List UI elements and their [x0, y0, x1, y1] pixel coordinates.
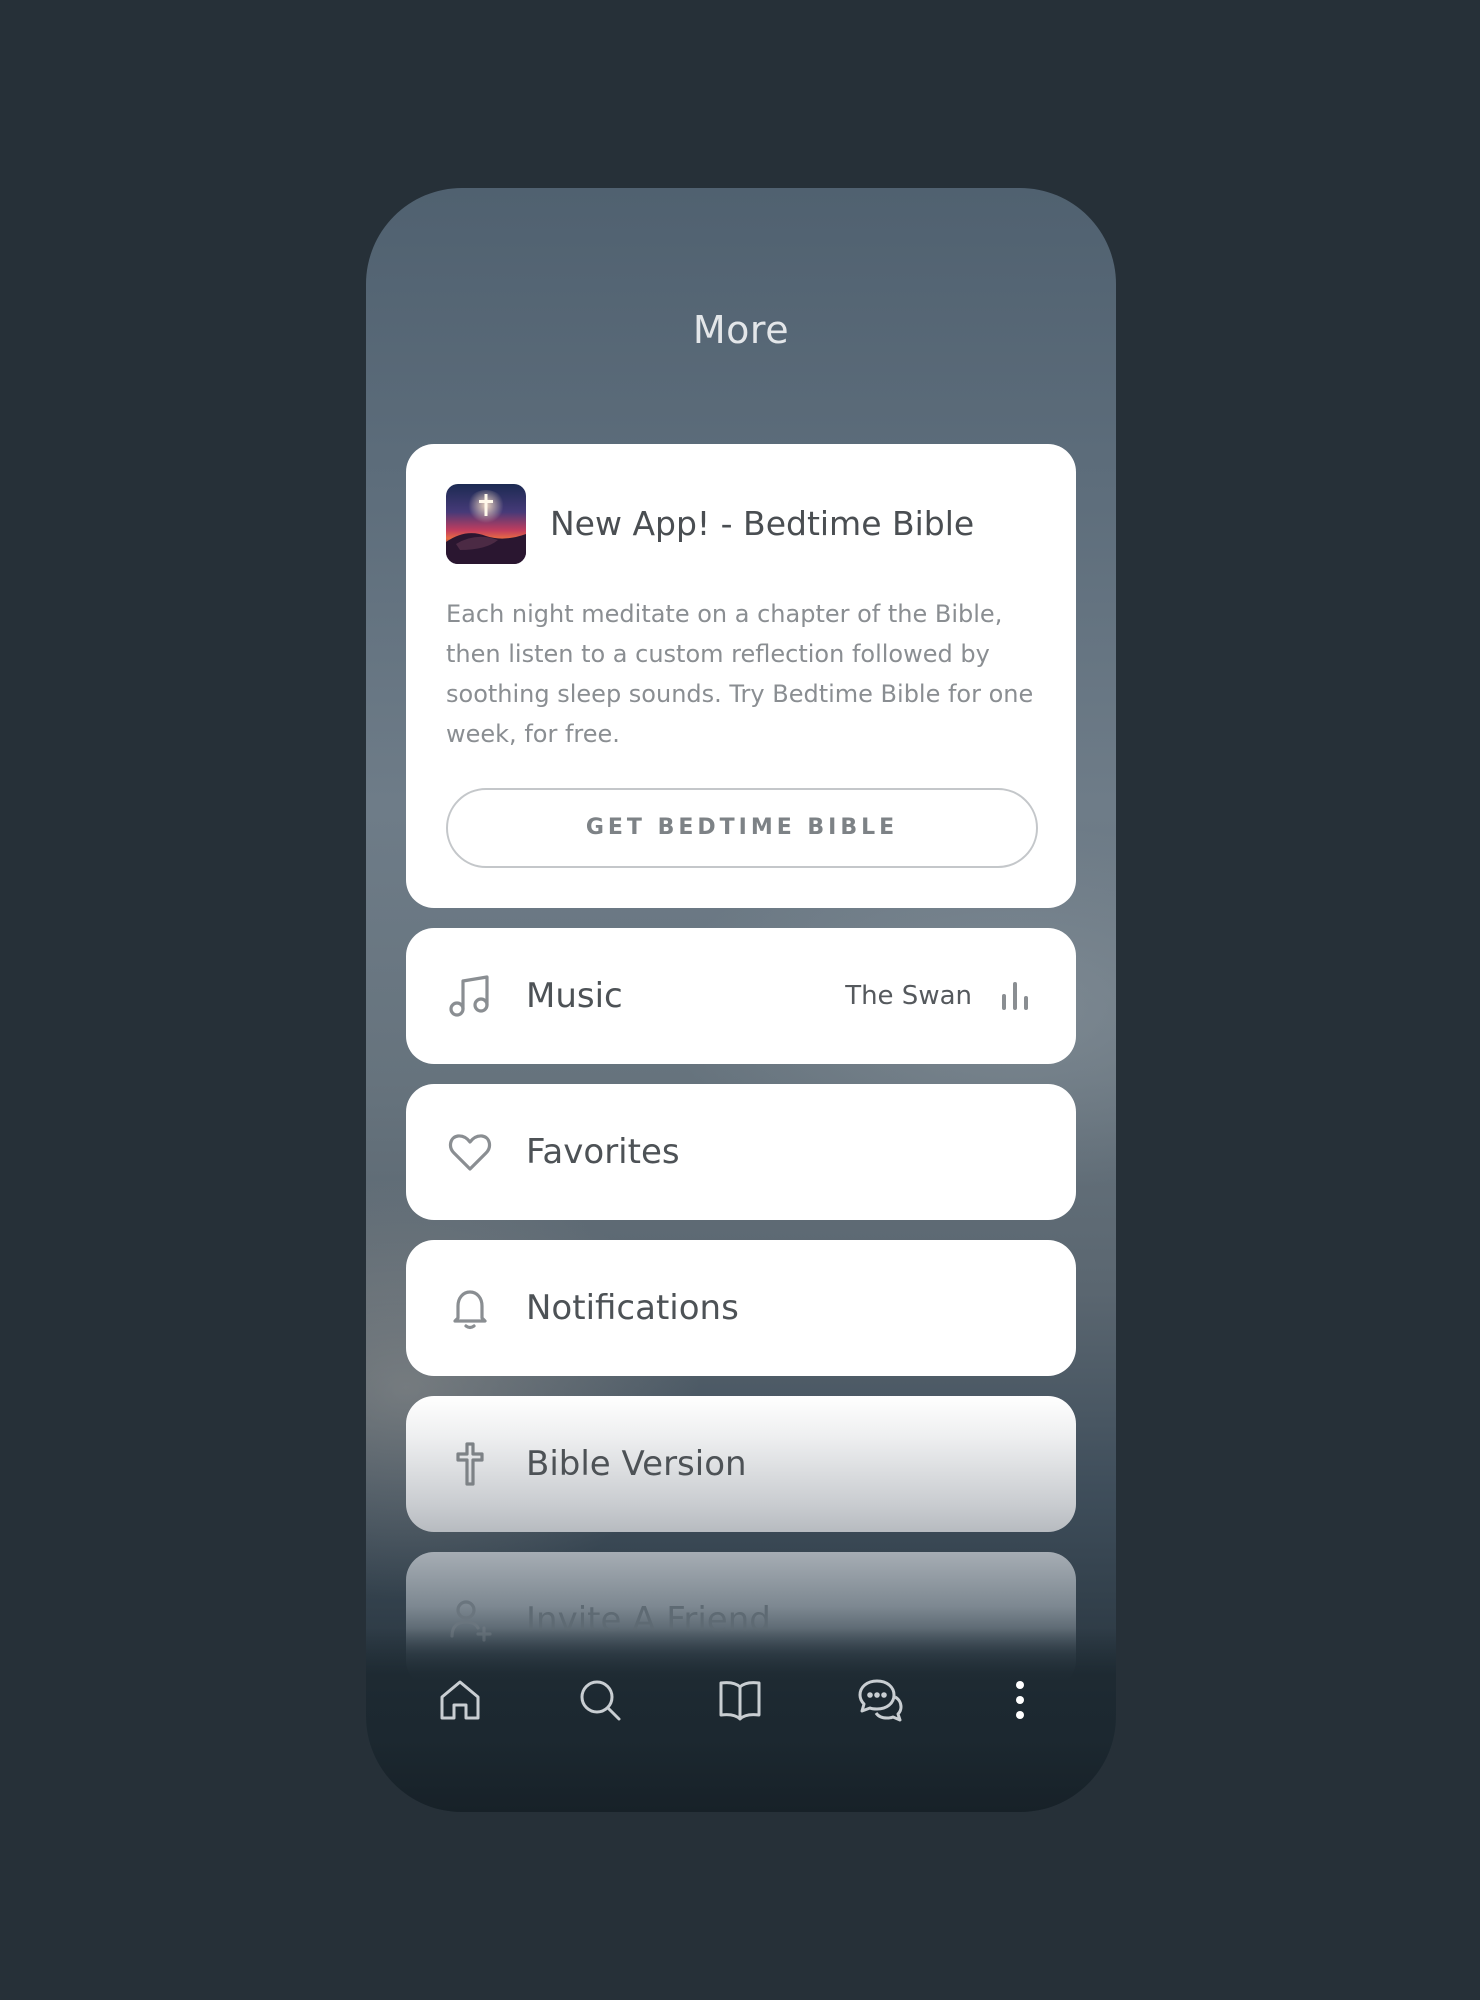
tab-chat[interactable] [840, 1660, 920, 1740]
page-title: More [692, 308, 790, 352]
menu-item-music[interactable]: Music The Swan [406, 928, 1076, 1064]
menu-item-music-label: Music [526, 976, 623, 1016]
home-icon [440, 1680, 480, 1720]
bell-icon [446, 1284, 494, 1332]
music-note-icon [446, 972, 494, 1020]
chat-bubbles-icon [858, 1679, 903, 1722]
menu-item-bible-version-label: Bible Version [526, 1444, 747, 1484]
menu-item-bible-version[interactable]: Bible Version [406, 1396, 1076, 1532]
more-vertical-icon [1016, 1681, 1024, 1719]
promo-card: New App! - Bedtime Bible Each night medi… [406, 444, 1076, 908]
menu-item-notifications[interactable]: Notifications [406, 1240, 1076, 1376]
bottom-tab-bar [366, 1660, 1116, 1740]
phone-screen: More New App! - Bedtime Bible Each night… [366, 188, 1116, 1812]
current-music-value: The Swan [845, 981, 972, 1011]
audio-bars-icon [1000, 982, 1030, 1010]
promo-description: Each night meditate on a chapter of the … [446, 600, 1034, 748]
bedtime-bible-app-icon [446, 484, 526, 564]
tab-home[interactable] [420, 1660, 500, 1740]
heart-icon [446, 1128, 494, 1176]
cross-icon [446, 1440, 494, 1488]
promo-title: New App! - Bedtime Bible [550, 504, 975, 543]
menu-item-favorites-label: Favorites [526, 1132, 680, 1172]
tab-search[interactable] [560, 1660, 640, 1740]
tab-more[interactable] [980, 1660, 1060, 1740]
menu-item-notifications-label: Notifications [526, 1288, 739, 1328]
book-icon [719, 1681, 761, 1721]
menu-item-favorites[interactable]: Favorites [406, 1084, 1076, 1220]
tab-bible[interactable] [700, 1660, 780, 1740]
get-bedtime-bible-button[interactable]: GET BEDTIME BIBLE [446, 788, 1038, 868]
search-icon [580, 1680, 621, 1721]
